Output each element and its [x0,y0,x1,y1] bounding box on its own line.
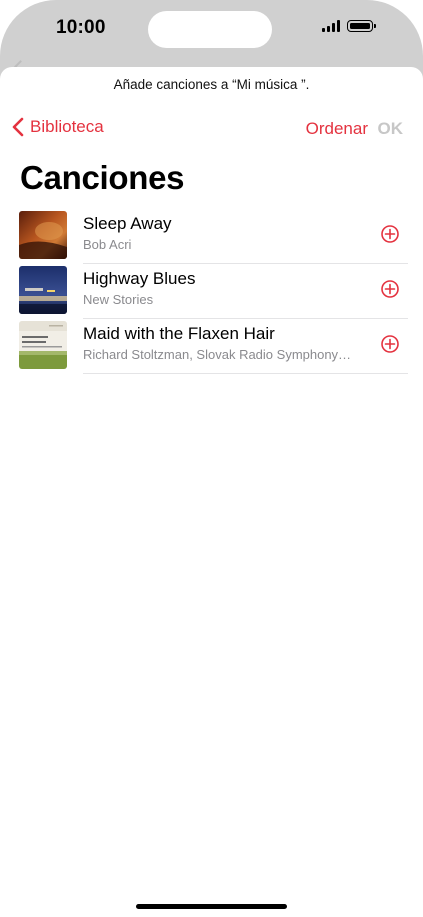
cellular-signal-icon [322,20,340,32]
home-indicator[interactable] [136,904,287,909]
navigation-bar: Biblioteca Ordenar OK [0,117,423,143]
song-row[interactable]: Maid with the Flaxen Hair Richard Stoltz… [0,319,423,374]
status-icons [322,20,376,32]
song-row[interactable]: Sleep Away Bob Acri [0,209,423,264]
dynamic-island [148,11,272,48]
sheet-prompt: Añade canciones a “Mi música ”. [113,77,310,92]
add-circle-icon[interactable] [380,224,400,244]
song-title: Maid with the Flaxen Hair [83,324,275,343]
song-title: Sleep Away [83,214,172,233]
back-button-label: Biblioteca [30,117,104,136]
page-title: Canciones [20,159,185,196]
song-text: Sleep Away Bob Acri [83,214,358,253]
add-circle-icon[interactable] [380,279,400,299]
chevron-left-icon [12,117,24,137]
add-songs-sheet: Añade canciones a “Mi música ”. Bibliote… [0,67,423,917]
phone-screen: 10:00 Añade canciones a “Mi música ”. Bi… [0,0,423,917]
song-text: Maid with the Flaxen Hair Richard Stoltz… [83,324,358,363]
sort-button[interactable]: Ordenar [306,119,368,139]
song-artist: New Stories [83,292,154,307]
song-list: Sleep Away Bob Acri Highway Blues New St… [0,209,423,374]
album-artwork [19,266,67,314]
ok-button[interactable]: OK [378,119,404,139]
album-artwork [19,211,67,259]
status-time: 10:00 [56,17,106,38]
song-artist: Richard Stoltzman, Slovak Radio Symphony… [83,347,352,362]
song-text: Highway Blues New Stories [83,269,358,308]
song-artist: Bob Acri [83,237,132,252]
row-divider [83,373,408,374]
album-artwork [19,321,67,369]
song-title: Highway Blues [83,269,196,288]
battery-icon [347,20,376,32]
song-row[interactable]: Highway Blues New Stories [0,264,423,319]
back-button[interactable]: Biblioteca [12,117,104,137]
add-circle-icon[interactable] [380,334,400,354]
